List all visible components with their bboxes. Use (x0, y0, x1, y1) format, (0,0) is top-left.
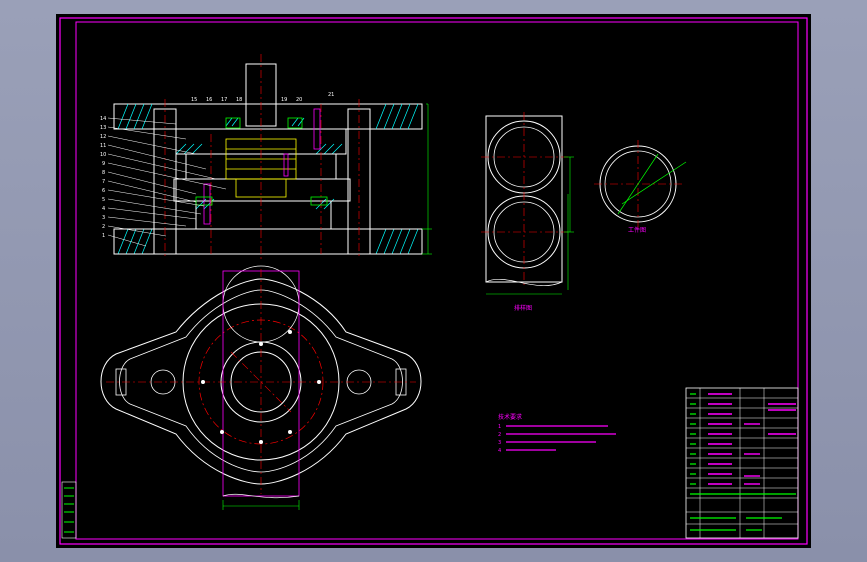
balloon-2: 2 (102, 224, 105, 230)
balloon-15: 15 (191, 97, 197, 103)
tech-note-2: 2 (498, 432, 501, 438)
balloon-19: 19 (281, 97, 287, 103)
section-balloons: 14 13 12 11 10 9 8 7 6 5 4 3 2 1 15 16 1… (100, 92, 334, 239)
tech-note-1: 1 (498, 424, 501, 430)
balloon-18: 18 (236, 97, 242, 103)
strip-layout-caption: 排样图 (514, 304, 532, 312)
tech-notes-title: 技术要求 (498, 413, 522, 421)
strip-layout-view: 排样图 (481, 112, 574, 312)
mold-assembly-drawing: 14 13 12 11 10 9 8 7 6 5 4 3 2 1 15 16 1… (59, 17, 808, 545)
balloon-13: 13 (100, 125, 106, 131)
blank-part-caption: 工件图 (628, 226, 646, 234)
blank-part-view: 工件图 (594, 140, 687, 234)
drawing-outer-border (59, 17, 808, 545)
balloon-6: 6 (102, 188, 105, 194)
revision-block (61, 481, 77, 539)
balloon-4: 4 (102, 206, 105, 212)
balloon-5: 5 (102, 197, 105, 203)
technical-notes: 技术要求 1 2 3 4 (498, 413, 616, 454)
balloon-9: 9 (102, 161, 105, 167)
balloon-12: 12 (100, 134, 106, 140)
balloon-17: 17 (221, 97, 227, 103)
title-block (685, 387, 799, 539)
balloon-21: 21 (328, 92, 334, 98)
plan-view (100, 265, 422, 510)
balloon-14: 14 (100, 116, 106, 122)
cad-viewport[interactable]: 14 13 12 11 10 9 8 7 6 5 4 3 2 1 15 16 1… (56, 14, 811, 548)
balloon-16: 16 (206, 97, 212, 103)
tech-note-4: 4 (498, 448, 501, 454)
balloon-20: 20 (296, 97, 302, 103)
balloon-1: 1 (102, 233, 105, 239)
drawing-inner-border (75, 21, 799, 540)
section-view (107, 54, 432, 262)
balloon-3: 3 (102, 215, 105, 221)
balloon-11: 11 (100, 143, 106, 149)
balloon-7: 7 (102, 179, 105, 185)
balloon-10: 10 (100, 152, 106, 158)
tech-note-3: 3 (498, 440, 501, 446)
balloon-8: 8 (102, 170, 105, 176)
